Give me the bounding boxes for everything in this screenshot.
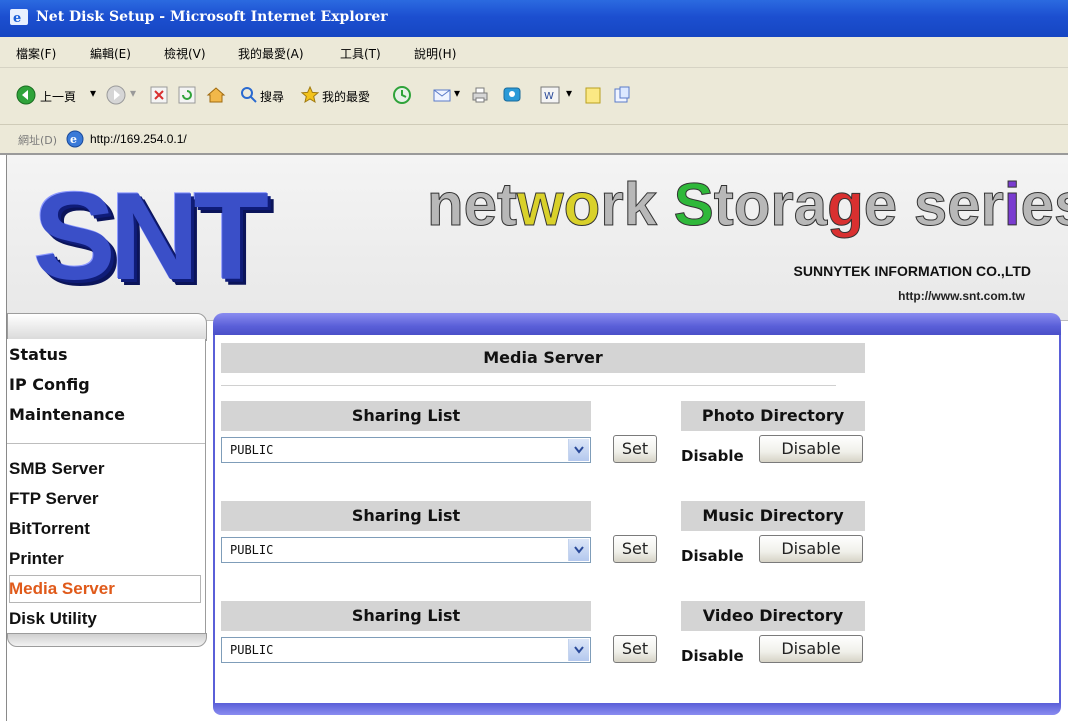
toolbar: 上一頁 ▾ ▾ 搜尋 我的最愛 ▾ W ▾ xyxy=(0,68,1068,125)
nav-item-media-server[interactable]: Media Server xyxy=(9,579,115,599)
mail-icon[interactable] xyxy=(432,85,454,105)
nav-item-printer[interactable]: Printer xyxy=(9,549,64,569)
tagline-part: S xyxy=(673,171,714,238)
main-panel-footer xyxy=(213,703,1061,715)
dropdown-arrow-icon[interactable] xyxy=(568,439,589,461)
main-panel: Media Server Sharing List Photo Director… xyxy=(213,335,1061,705)
forward-icon[interactable] xyxy=(106,85,126,105)
svg-text:W: W xyxy=(544,91,554,102)
menu-help[interactable]: 說明(H) xyxy=(414,45,456,62)
print-icon[interactable] xyxy=(470,85,490,105)
video-sharing-select[interactable]: PUBLIC xyxy=(221,637,591,663)
video-directory-status: Disable xyxy=(681,647,744,665)
tagline-part: net xyxy=(427,171,518,238)
menu-view[interactable]: 檢視(V) xyxy=(164,45,206,62)
music-sharing-select[interactable]: PUBLIC xyxy=(221,537,591,563)
tagline-part: wo xyxy=(516,171,601,238)
main-panel-header xyxy=(213,313,1061,335)
video-directory-header: Video Directory xyxy=(681,601,865,631)
notes-icon[interactable] xyxy=(584,85,602,105)
window-title: Net Disk Setup - Microsoft Internet Expl… xyxy=(36,9,388,25)
search-button-label[interactable]: 搜尋 xyxy=(260,88,284,105)
forward-dropdown-icon[interactable]: ▾ xyxy=(130,86,136,100)
nav-panel-header xyxy=(7,313,207,341)
nav-item-ftp-server[interactable]: FTP Server xyxy=(9,489,98,509)
snt-logo: SNT xyxy=(33,168,269,306)
address-bar: 網址(D) e http://169.254.0.1/ xyxy=(0,125,1068,155)
tagline-part: ser xyxy=(913,171,1004,238)
banner: SNT network Storage series SUNNYTEK INFO… xyxy=(7,155,1068,321)
favorites-star-icon[interactable] xyxy=(300,85,320,105)
tagline-part: i xyxy=(1003,171,1021,238)
messenger-icon[interactable] xyxy=(502,85,522,105)
tagline-part: es xyxy=(1020,171,1068,238)
nav-item-maintenance[interactable]: Maintenance xyxy=(9,405,125,424)
banner-tagline: network Storage series xyxy=(427,174,1068,235)
internet-explorer-icon: e xyxy=(10,9,28,25)
dropdown-arrow-icon[interactable] xyxy=(568,639,589,661)
menu-file[interactable]: 檔案(F) xyxy=(16,45,56,62)
select-value: PUBLIC xyxy=(230,643,274,657)
music-directory-status: Disable xyxy=(681,547,744,565)
video-disable-button[interactable]: Disable xyxy=(759,635,863,663)
company-website: http://www.snt.com.tw xyxy=(898,289,1025,303)
favorites-button-label[interactable]: 我的最愛 xyxy=(322,88,370,105)
title-divider xyxy=(221,385,836,386)
svg-text:e: e xyxy=(13,11,21,25)
sharing-list-header: Sharing List xyxy=(221,601,591,631)
nav-item-status[interactable]: Status xyxy=(9,345,68,364)
back-icon[interactable] xyxy=(16,85,36,105)
menu-bar: 檔案(F) 編輯(E) 檢視(V) 我的最愛(A) 工具(T) 說明(H) xyxy=(0,37,1068,68)
sharing-list-header: Sharing List xyxy=(221,501,591,531)
nav-divider xyxy=(7,443,205,444)
back-button-label[interactable]: 上一頁 xyxy=(40,88,76,105)
search-icon[interactable] xyxy=(240,86,258,104)
back-dropdown-icon[interactable]: ▾ xyxy=(90,86,96,100)
photo-set-button[interactable]: Set xyxy=(613,435,657,463)
home-icon[interactable] xyxy=(206,85,226,105)
edit-word-icon[interactable]: W xyxy=(540,86,560,104)
music-directory-header: Music Directory xyxy=(681,501,865,531)
mail-dropdown-icon[interactable]: ▾ xyxy=(454,86,460,100)
sharing-list-header: Sharing List xyxy=(221,401,591,431)
nav-item-smb-server[interactable]: SMB Server xyxy=(9,459,104,479)
sidebar-nav: Status IP Config Maintenance SMB Server … xyxy=(7,339,206,633)
research-icon[interactable] xyxy=(612,85,632,105)
menu-edit[interactable]: 編輯(E) xyxy=(90,45,131,62)
photo-sharing-select[interactable]: PUBLIC xyxy=(221,437,591,463)
music-disable-button[interactable]: Disable xyxy=(759,535,863,563)
page-title: Media Server xyxy=(221,343,865,373)
company-name: SUNNYTEK INFORMATION CO.,LTD xyxy=(793,263,1031,279)
address-label: 網址(D) xyxy=(18,134,58,147)
tagline-part: e xyxy=(863,171,914,238)
stop-icon[interactable] xyxy=(150,86,168,104)
address-url-input[interactable]: http://169.254.0.1/ xyxy=(90,132,187,146)
tagline-part: rk xyxy=(600,171,674,238)
edit-dropdown-icon[interactable]: ▾ xyxy=(566,86,572,100)
window-title-bar: e Net Disk Setup - Microsoft Internet Ex… xyxy=(0,0,1068,37)
menu-tools[interactable]: 工具(T) xyxy=(340,45,381,62)
music-set-button[interactable]: Set xyxy=(613,535,657,563)
tagline-part: tora xyxy=(713,171,828,238)
photo-directory-status: Disable xyxy=(681,447,744,465)
photo-disable-button[interactable]: Disable xyxy=(759,435,863,463)
nav-item-bittorrent[interactable]: BitTorrent xyxy=(9,519,90,539)
nav-item-ip-config[interactable]: IP Config xyxy=(9,375,90,394)
history-icon[interactable] xyxy=(392,85,412,105)
select-value: PUBLIC xyxy=(230,543,274,557)
nav-item-disk-utility[interactable]: Disk Utility xyxy=(9,609,97,629)
video-set-button[interactable]: Set xyxy=(613,635,657,663)
menu-favorites[interactable]: 我的最愛(A) xyxy=(238,45,304,62)
tagline-part: g xyxy=(827,171,865,238)
svg-text:e: e xyxy=(70,133,77,146)
page-icon: e xyxy=(66,130,84,148)
nav-panel-footer xyxy=(7,633,207,647)
dropdown-arrow-icon[interactable] xyxy=(568,539,589,561)
refresh-icon[interactable] xyxy=(178,86,196,104)
page-content: SNT network Storage series SUNNYTEK INFO… xyxy=(6,155,1068,721)
photo-directory-header: Photo Directory xyxy=(681,401,865,431)
select-value: PUBLIC xyxy=(230,443,274,457)
